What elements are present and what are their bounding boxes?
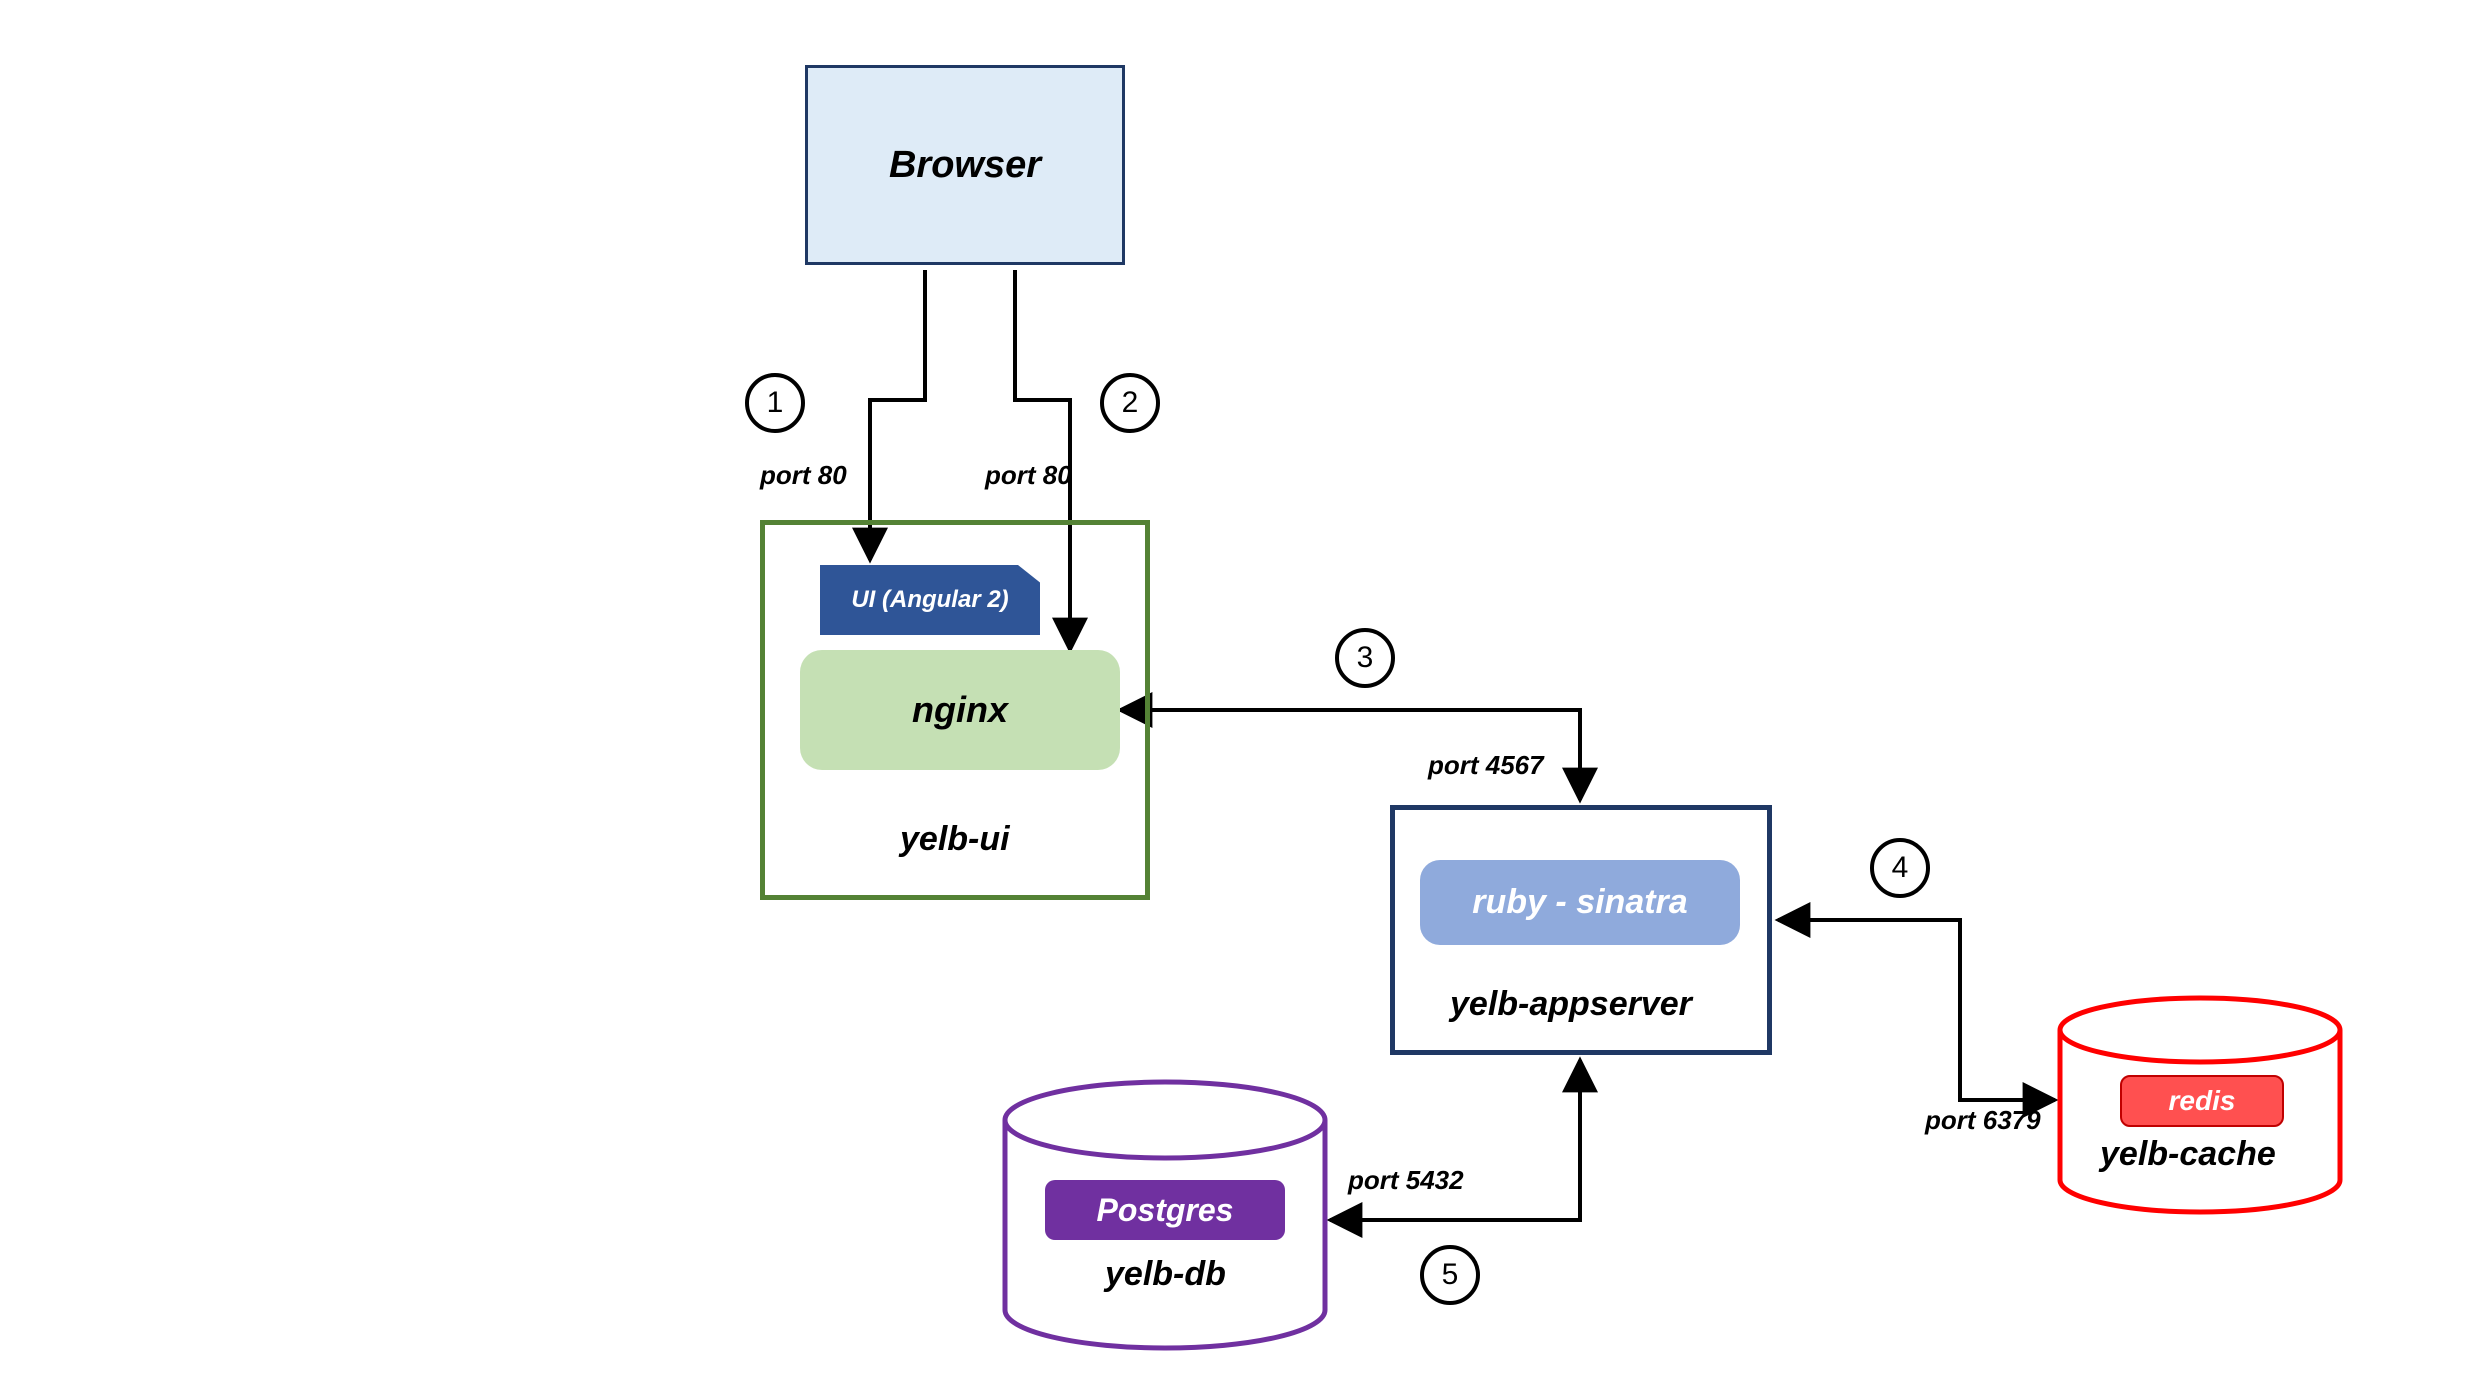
step-1-circle: 1 [745,373,805,433]
port-label-2: port 80 [985,460,1072,491]
angular-label: UI (Angular 2) [851,586,1008,614]
diagram-canvas: Browser nginx UI (Angular 2) yelb-ui rub… [0,0,2486,1394]
redis-label: redis [2169,1085,2236,1117]
nginx-label: nginx [912,689,1008,731]
step-4-num: 4 [1892,851,1909,885]
step-4-circle: 4 [1870,838,1930,898]
yelb-appserver-label: yelb-appserver [1450,985,1692,1024]
port-label-4: port 6379 [1925,1105,2041,1136]
step-5-circle: 5 [1420,1245,1480,1305]
ruby-box: ruby - sinatra [1420,860,1740,945]
port-label-1: port 80 [760,460,847,491]
step-3-num: 3 [1357,641,1374,675]
yelb-cache-label: yelb-cache [2100,1135,2276,1174]
postgres-tag: Postgres [1045,1180,1285,1240]
step-2-num: 2 [1122,386,1139,420]
ruby-label: ruby - sinatra [1472,883,1687,922]
angular-tag: UI (Angular 2) [820,565,1040,635]
step-5-num: 5 [1442,1258,1459,1292]
yelb-ui-label: yelb-ui [900,820,1010,859]
nginx-box: nginx [800,650,1120,770]
postgres-label: Postgres [1097,1192,1234,1229]
step-2-circle: 2 [1100,373,1160,433]
redis-tag: redis [2120,1075,2284,1127]
step-3-circle: 3 [1335,628,1395,688]
port-label-3: port 4567 [1428,750,1544,781]
port-label-5: port 5432 [1348,1165,1464,1196]
yelb-db-label: yelb-db [1105,1255,1226,1294]
browser-node: Browser [805,65,1125,265]
browser-label: Browser [889,144,1041,187]
step-1-num: 1 [767,386,784,420]
